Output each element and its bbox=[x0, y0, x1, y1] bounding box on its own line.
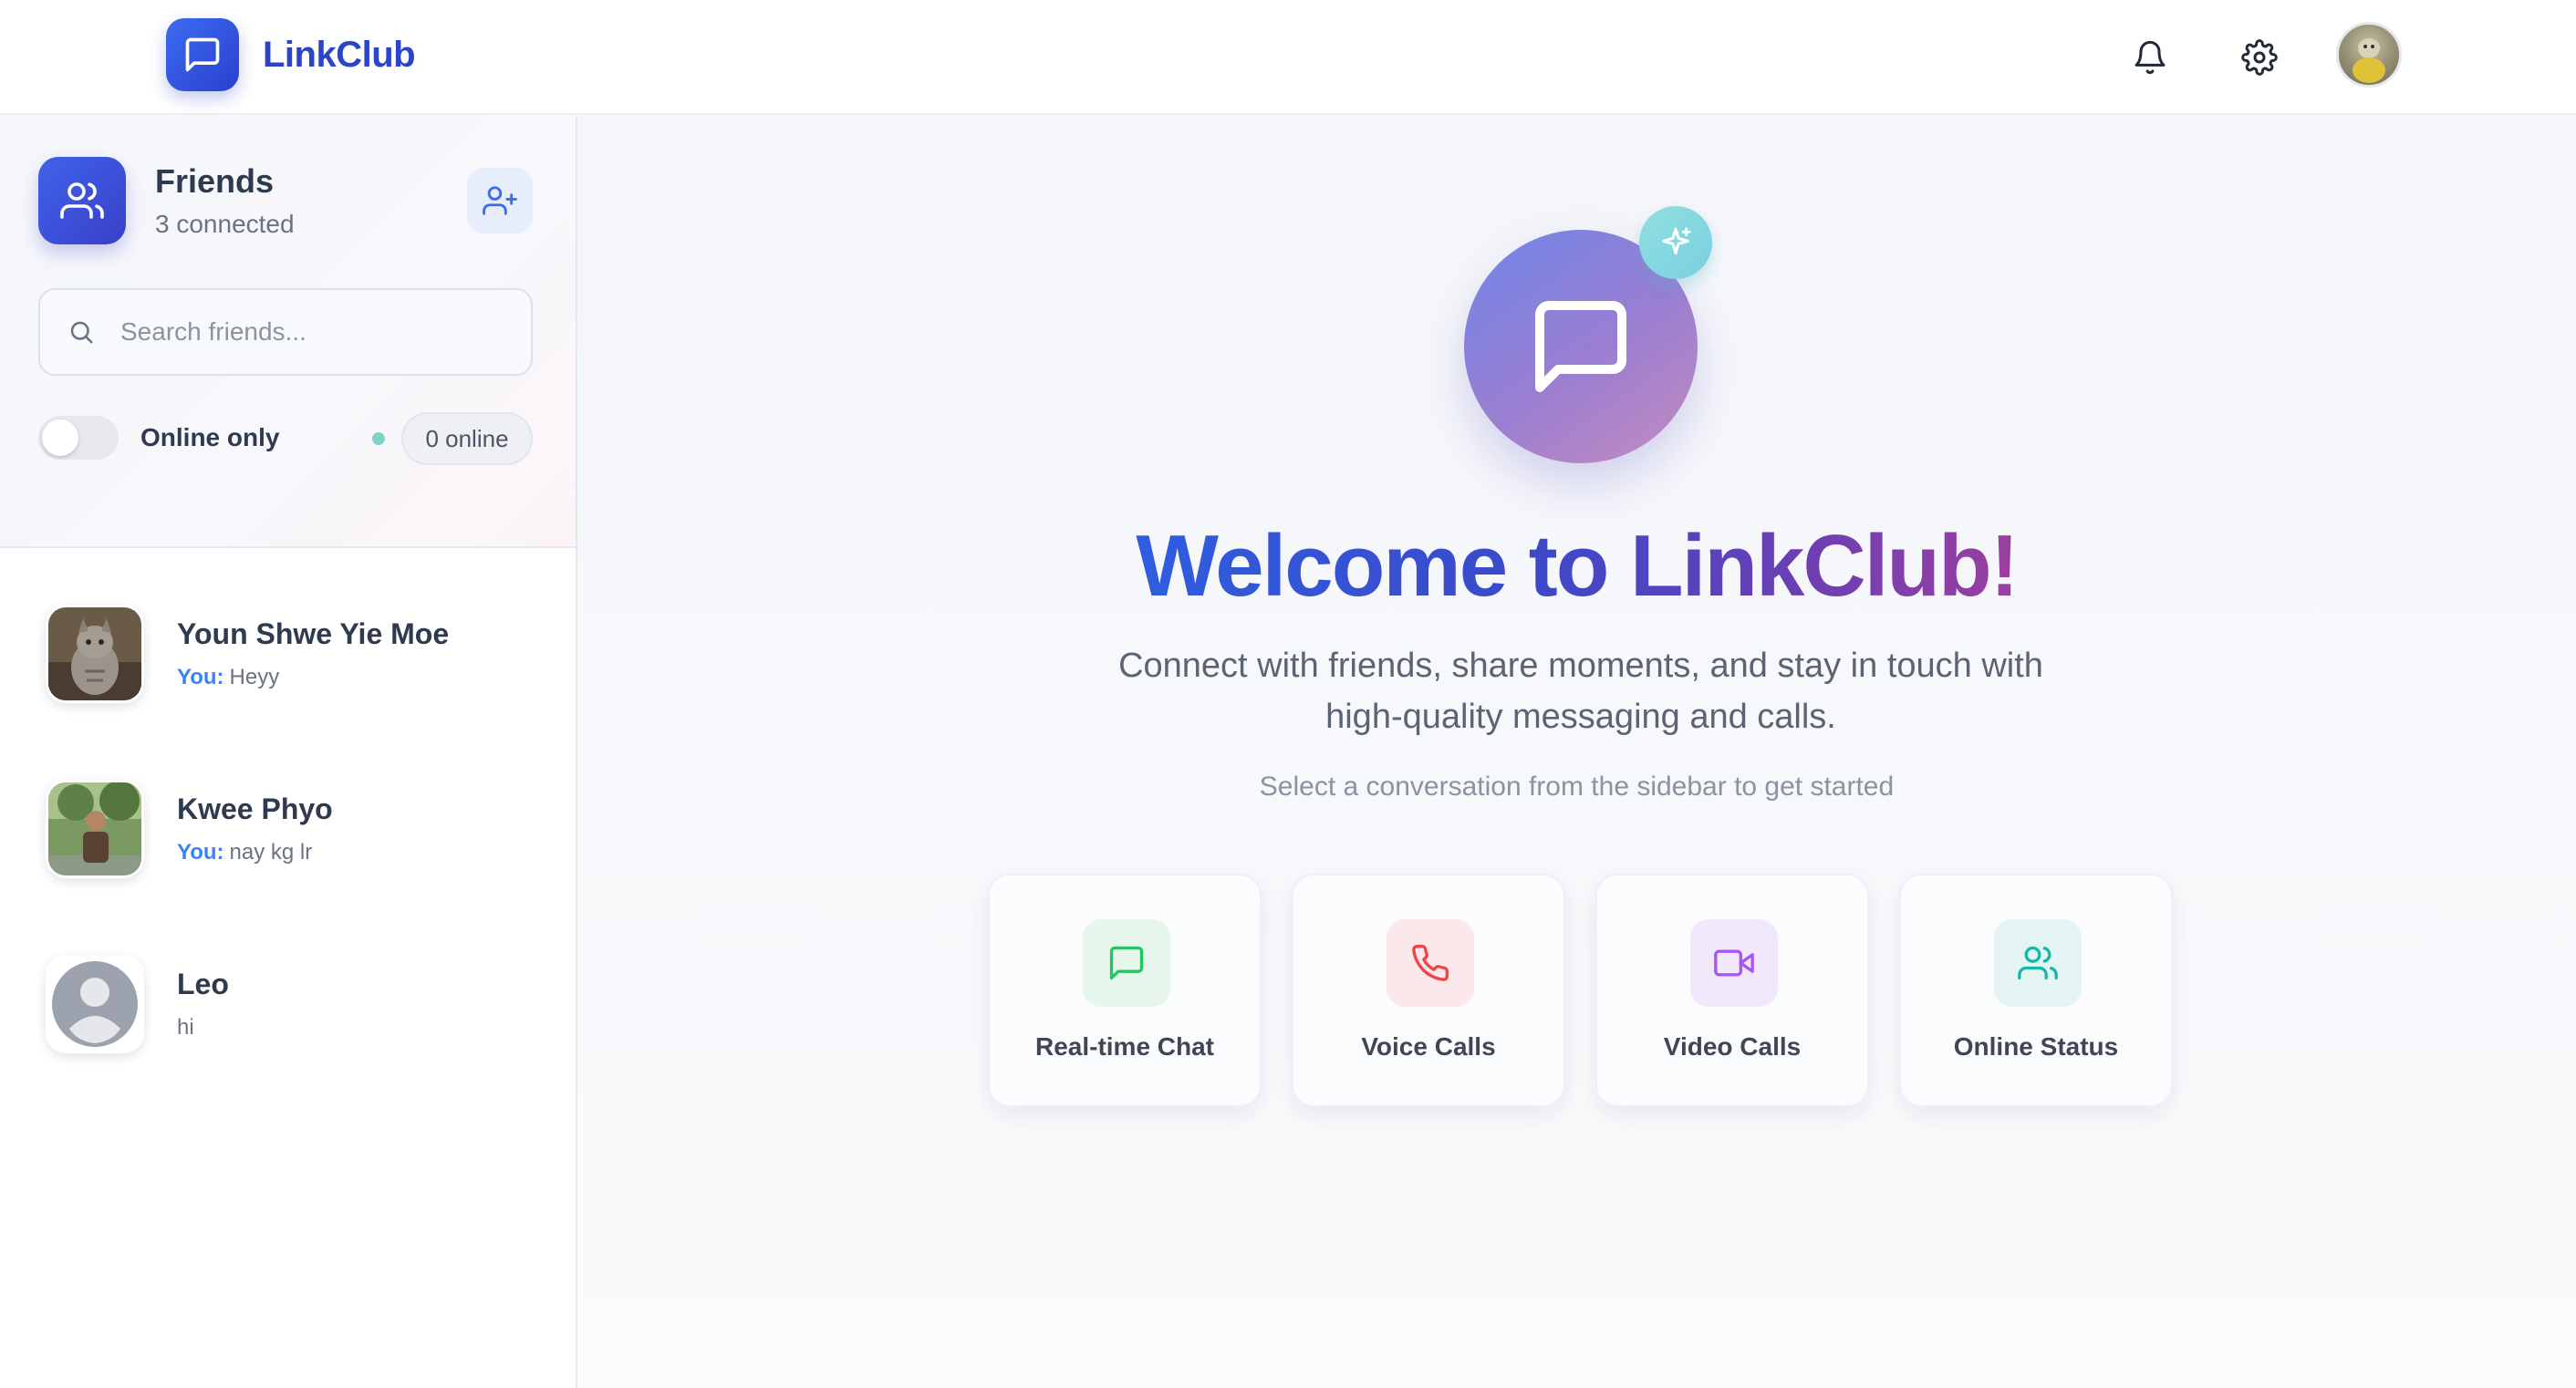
feature-card-online-status: Online Status bbox=[1899, 874, 2173, 1107]
friend-name: Kwee Phyo bbox=[177, 792, 333, 825]
top-bar: LinkClub bbox=[0, 0, 2576, 115]
friends-title: Friends bbox=[155, 162, 275, 200]
friend-list: Youn Shwe Yie Moe You: Heyy Kwee Phyo Yo… bbox=[0, 550, 576, 1075]
feature-label: Voice Calls bbox=[1361, 1032, 1496, 1061]
search-input[interactable] bbox=[120, 317, 504, 347]
cat-avatar bbox=[46, 605, 144, 703]
friend-last-message: You: nay kg lr bbox=[177, 840, 312, 865]
friend-item[interactable]: Leo hi bbox=[0, 900, 576, 1075]
friend-name: Leo bbox=[177, 968, 229, 1000]
search-field[interactable] bbox=[38, 288, 533, 376]
phone-icon bbox=[1387, 919, 1474, 1007]
user-avatar[interactable] bbox=[2336, 22, 2402, 88]
brand[interactable]: LinkClub bbox=[166, 18, 416, 91]
app-name: LinkClub bbox=[263, 34, 416, 75]
friend-last-message: hi bbox=[177, 1015, 194, 1041]
feature-label: Video Calls bbox=[1663, 1032, 1802, 1061]
friend-name: Youn Shwe Yie Moe bbox=[177, 617, 450, 650]
you-prefix: You: bbox=[177, 665, 224, 689]
person-avatar bbox=[46, 780, 144, 878]
welcome-panel: Welcome to LinkClub! Connect with friend… bbox=[577, 115, 2576, 1388]
online-only-label: Online only bbox=[140, 423, 280, 451]
toggle-knob bbox=[42, 420, 78, 456]
users-icon bbox=[38, 157, 126, 244]
last-message-text: nay kg lr bbox=[229, 840, 313, 865]
feature-cards: Real-time Chat Voice Calls Video Calls O… bbox=[988, 874, 2203, 1107]
search-icon bbox=[70, 321, 93, 344]
feature-label: Real-time Chat bbox=[1034, 1032, 1215, 1061]
message-icon bbox=[1083, 919, 1170, 1007]
welcome-hint: Select a conversation from the sidebar t… bbox=[1259, 772, 1895, 802]
feature-label: Online Status bbox=[1953, 1032, 2119, 1061]
welcome-subtitle: Connect with friends, share moments, and… bbox=[1118, 647, 2043, 736]
friends-count: 3 connected bbox=[155, 210, 295, 238]
friends-sidebar: Friends 3 connected Online only 0 online bbox=[0, 115, 577, 1388]
video-icon bbox=[1690, 919, 1778, 1007]
user-plus-icon bbox=[483, 186, 517, 215]
last-message-text: Heyy bbox=[229, 665, 280, 689]
users-icon bbox=[1994, 919, 2082, 1007]
welcome-title: Welcome to LinkClub! bbox=[577, 516, 2576, 616]
message-square-icon bbox=[166, 18, 239, 91]
friend-last-message: You: Heyy bbox=[177, 665, 279, 690]
feature-card-voice-calls: Voice Calls bbox=[1292, 874, 1565, 1107]
online-status-dot bbox=[372, 432, 385, 445]
default-avatar bbox=[46, 955, 144, 1053]
friend-item[interactable]: Youn Shwe Yie Moe You: Heyy bbox=[0, 550, 576, 725]
feature-card-video-calls: Video Calls bbox=[1595, 874, 1869, 1107]
message-square-icon bbox=[1535, 301, 1626, 392]
gear-icon[interactable] bbox=[2232, 30, 2287, 85]
add-friend-button[interactable] bbox=[467, 168, 533, 233]
last-message-text: hi bbox=[177, 1015, 194, 1040]
friend-item[interactable]: Kwee Phyo You: nay kg lr bbox=[0, 725, 576, 900]
bell-icon[interactable] bbox=[2123, 30, 2177, 85]
online-count-badge: 0 online bbox=[401, 412, 533, 465]
sparkle-icon bbox=[1639, 206, 1712, 279]
feature-card-realtime-chat: Real-time Chat bbox=[988, 874, 1262, 1107]
sidebar-header: Friends 3 connected Online only 0 online bbox=[0, 115, 576, 548]
you-prefix: You: bbox=[177, 840, 224, 865]
welcome-title-text: Welcome to LinkClub! bbox=[1136, 517, 2019, 615]
online-only-toggle[interactable] bbox=[38, 416, 119, 460]
